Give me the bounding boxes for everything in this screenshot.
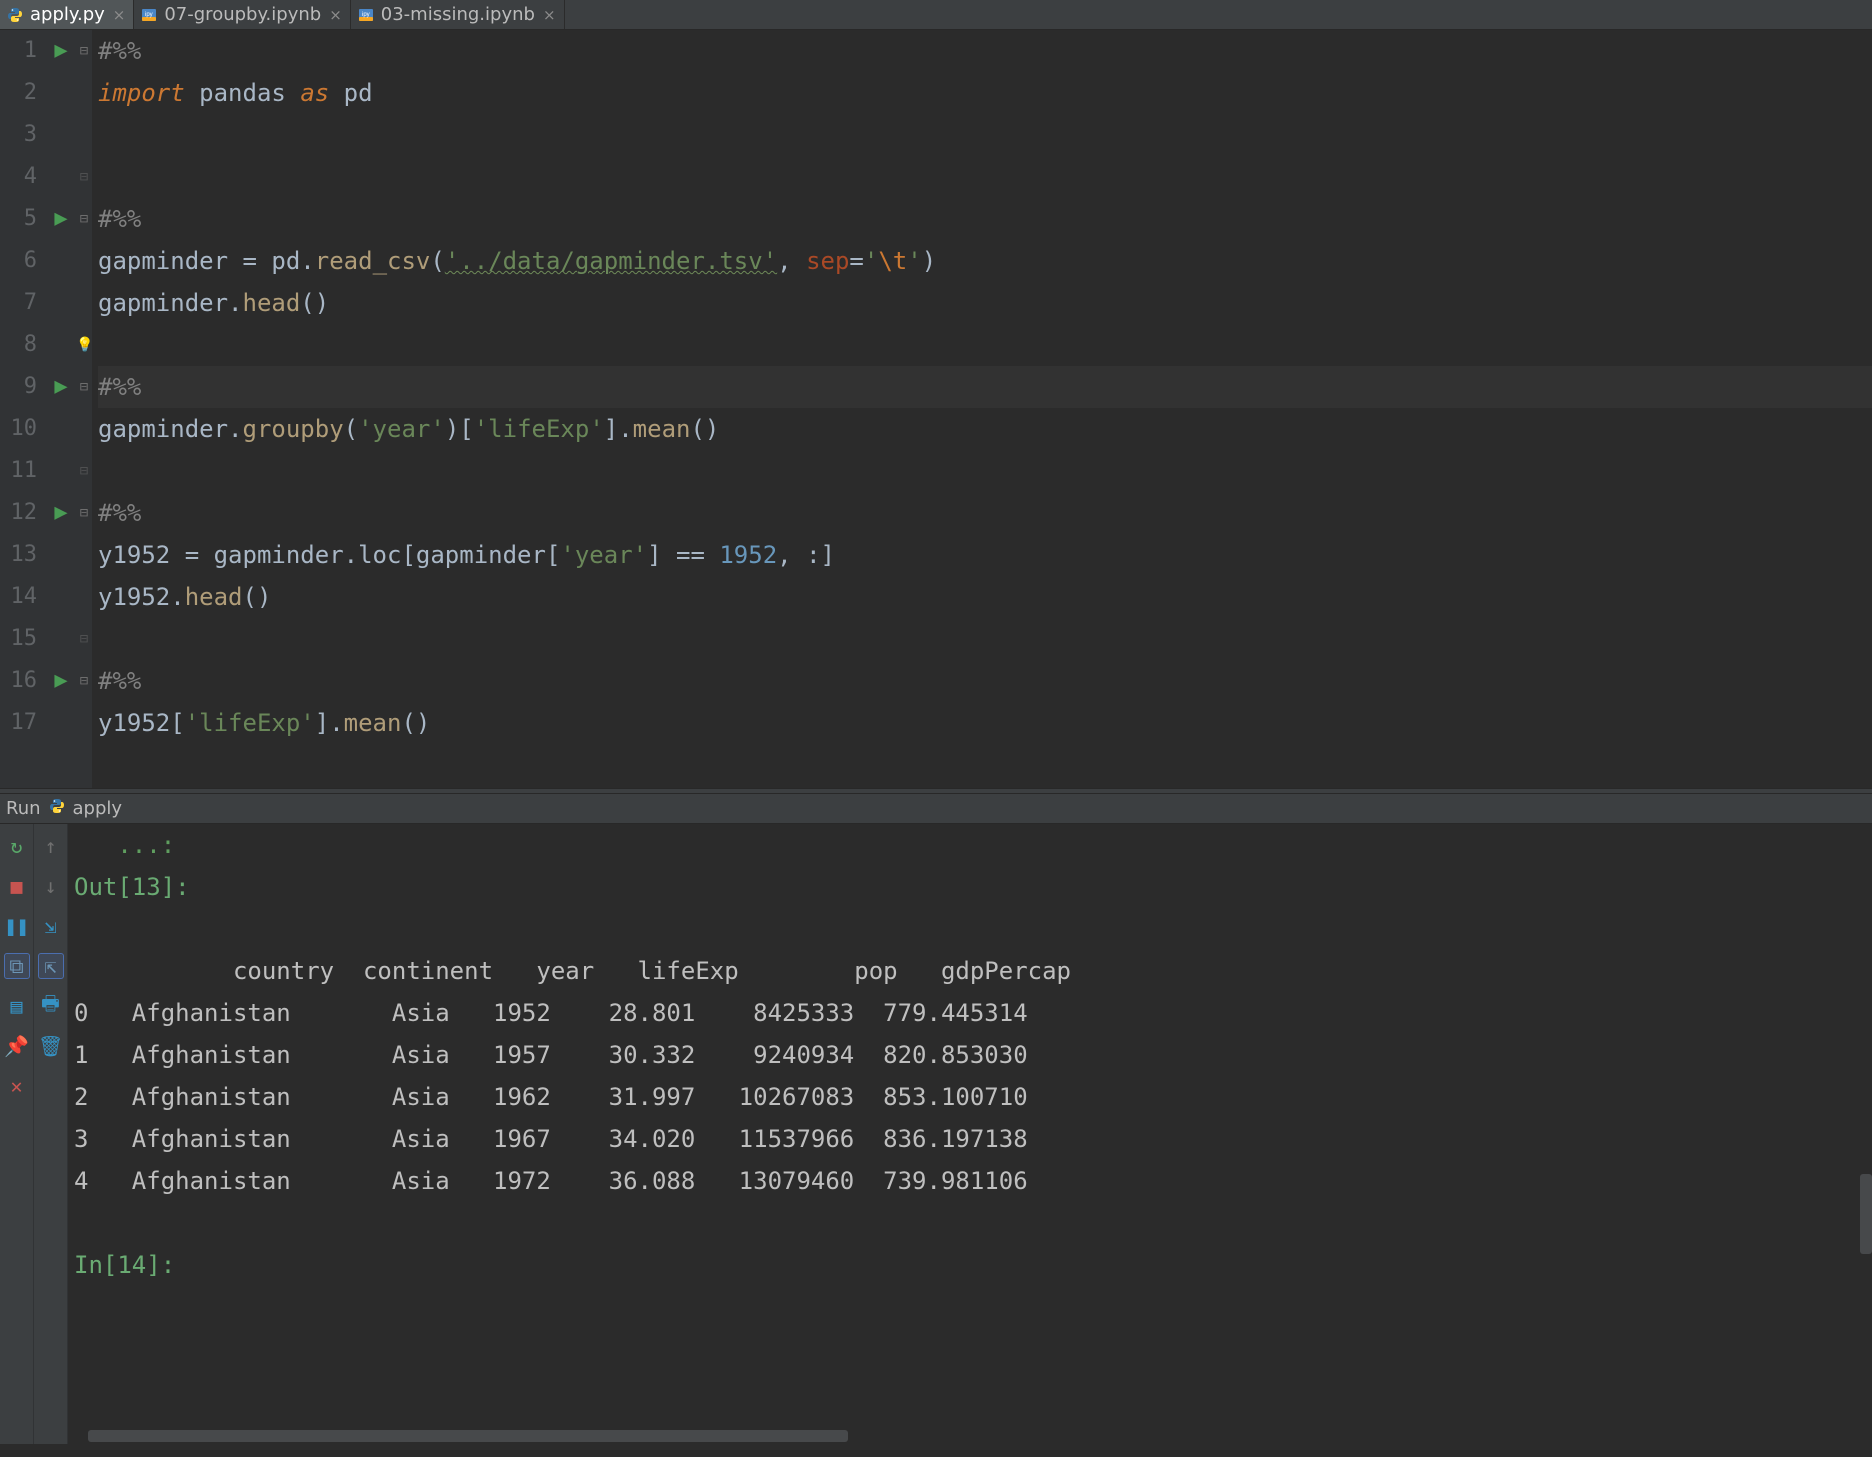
close-icon[interactable]: × xyxy=(541,6,556,24)
code-line[interactable]: y1952 = gapminder.loc[gapminder['year'] … xyxy=(98,534,1872,576)
console-text: country continent year lifeExp pop gdpPe… xyxy=(74,950,1872,992)
code-line[interactable]: #%% xyxy=(98,492,1872,534)
run-cell-icon[interactable]: ▶ xyxy=(54,668,67,693)
pause-icon[interactable]: ❚❚ xyxy=(5,914,29,938)
code-line[interactable] xyxy=(98,156,1872,198)
console-text: 3 Afghanistan Asia 1967 34.020 11537966 … xyxy=(74,1118,1872,1160)
run-cell-icon[interactable]: ▶ xyxy=(54,38,67,63)
console-prompt: Out[13]: xyxy=(74,866,1872,908)
fold-toggle-icon[interactable]: ⊟ xyxy=(76,198,92,240)
vertical-scrollbar[interactable] xyxy=(1860,1174,1872,1254)
run-console: ↻ ■ ❚❚ ⧉ ▤ 📌 ✕ ↑ ↓ ⇲ ⇱ 🖶 🗑 ...: Out[13]: country co… xyxy=(0,824,1872,1444)
import-icon[interactable]: ⇱ xyxy=(39,954,63,978)
tabs-bar: apply.py × ipy 07-groupby.ipynb × ipy 03… xyxy=(0,0,1872,30)
tab-label: 07-groupby.ipynb xyxy=(164,4,321,25)
code-area[interactable]: #%%import pandas as pd#%%gapminder = pd.… xyxy=(92,30,1872,788)
console-toolbar-right: ↑ ↓ ⇲ ⇱ 🖶 🗑 xyxy=(34,824,68,1444)
tab-07-groupby[interactable]: ipy 07-groupby.ipynb × xyxy=(134,0,350,29)
notebook-file-icon: ipy xyxy=(357,6,375,24)
code-line[interactable]: gapminder.groupby('year')['lifeExp'].mea… xyxy=(98,408,1872,450)
tab-03-missing[interactable]: ipy 03-missing.ipynb × xyxy=(351,0,565,29)
code-line[interactable]: #%% xyxy=(98,366,1872,408)
code-line[interactable]: #%% xyxy=(98,198,1872,240)
trash-icon[interactable]: 🗑 xyxy=(39,1034,63,1058)
code-line[interactable] xyxy=(98,114,1872,156)
run-cell-icon[interactable]: ▶ xyxy=(54,206,67,231)
stop-icon[interactable]: ■ xyxy=(5,874,29,898)
arrow-down-icon[interactable]: ↓ xyxy=(39,874,63,898)
arrow-up-icon[interactable]: ↑ xyxy=(39,834,63,858)
svg-text:ipy: ipy xyxy=(362,12,370,18)
run-cell-icon[interactable]: ▶ xyxy=(54,500,67,525)
rerun-icon[interactable]: ↻ xyxy=(5,834,29,858)
notebook-file-icon: ipy xyxy=(140,6,158,24)
console-toolbar-left: ↻ ■ ❚❚ ⧉ ▤ 📌 ✕ xyxy=(0,824,34,1444)
code-line[interactable]: #%% xyxy=(98,660,1872,702)
run-cell-icon[interactable]: ▶ xyxy=(54,374,67,399)
close-icon[interactable]: × xyxy=(111,6,126,24)
console-text xyxy=(74,1202,1872,1244)
pin-icon[interactable]: 📌 xyxy=(5,1034,29,1058)
close-icon[interactable]: × xyxy=(327,6,342,24)
console-text: 0 Afghanistan Asia 1952 28.801 8425333 7… xyxy=(74,992,1872,1034)
code-line[interactable]: gapminder.head() xyxy=(98,282,1872,324)
run-label: Run xyxy=(6,798,41,819)
console-text: 2 Afghanistan Asia 1962 31.997 10267083 … xyxy=(74,1076,1872,1118)
fold-toggle-icon[interactable]: ⊟ xyxy=(76,492,92,534)
code-line[interactable] xyxy=(98,618,1872,660)
print-icon[interactable]: 🖶 xyxy=(39,994,63,1018)
fold-toggle-icon[interactable]: ⊟ xyxy=(76,30,92,72)
intention-bulb-icon[interactable]: 💡 xyxy=(76,337,93,353)
run-tool-window-header[interactable]: Run apply xyxy=(0,794,1872,824)
tab-label: apply.py xyxy=(30,4,105,25)
export-icon[interactable]: ⇲ xyxy=(39,914,63,938)
run-script-name: apply xyxy=(73,798,123,819)
console-output[interactable]: ...: Out[13]: country continent year lif… xyxy=(68,824,1872,1444)
console-text: ...: xyxy=(74,824,1872,866)
code-line[interactable]: #%% xyxy=(98,30,1872,72)
tab-apply-py[interactable]: apply.py × xyxy=(0,0,134,29)
run-gutter: ▶ ▶ ▶ ▶ ▶ xyxy=(46,30,76,788)
code-line[interactable] xyxy=(98,450,1872,492)
horizontal-scrollbar[interactable] xyxy=(88,1430,848,1442)
fold-end-icon: ⊟ xyxy=(76,618,92,660)
svg-text:ipy: ipy xyxy=(145,12,153,18)
close-icon[interactable]: ✕ xyxy=(5,1074,29,1098)
layout-icon[interactable]: ▤ xyxy=(5,994,29,1018)
fold-toggle-icon[interactable]: ⊟ xyxy=(76,366,92,408)
code-line[interactable]: y1952['lifeExp'].mean() xyxy=(98,702,1872,744)
fold-end-icon: ⊟ xyxy=(76,450,92,492)
console-text: 4 Afghanistan Asia 1972 36.088 13079460 … xyxy=(74,1160,1872,1202)
fold-gutter: ⊟⊟⊟💡⊟⊟⊟⊟⊟ xyxy=(76,30,92,788)
fold-toggle-icon[interactable]: ⊟ xyxy=(76,660,92,702)
code-line[interactable]: y1952.head() xyxy=(98,576,1872,618)
console-prompt: In[14]: xyxy=(74,1244,1872,1286)
code-line[interactable]: gapminder = pd.read_csv('../data/gapmind… xyxy=(98,240,1872,282)
python-file-icon xyxy=(6,6,24,24)
tab-label: 03-missing.ipynb xyxy=(381,4,535,25)
line-number-gutter: 1234567891011121314151617 xyxy=(0,30,46,788)
python-file-icon xyxy=(49,798,65,819)
console-text: 1 Afghanistan Asia 1957 30.332 9240934 8… xyxy=(74,1034,1872,1076)
code-editor[interactable]: 1234567891011121314151617 ▶▶▶▶▶ ⊟⊟⊟💡⊟⊟⊟⊟… xyxy=(0,30,1872,788)
console-text xyxy=(74,908,1872,950)
attach-icon[interactable]: ⧉ xyxy=(5,954,29,978)
code-line[interactable] xyxy=(98,324,1872,366)
code-line[interactable]: import pandas as pd xyxy=(98,72,1872,114)
fold-end-icon: ⊟ xyxy=(76,156,92,198)
